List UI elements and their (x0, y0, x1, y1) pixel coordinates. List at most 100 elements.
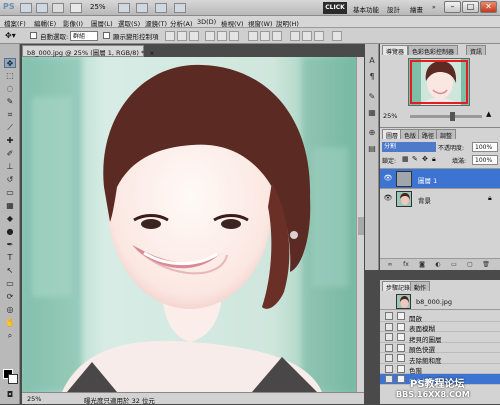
move-tool-icon[interactable]: ✥ (4, 58, 16, 68)
zoom-in-icon[interactable]: ▲ (486, 110, 491, 118)
healing-brush-tool-icon[interactable]: ✚ (4, 136, 16, 146)
history-step[interactable]: 顏色快選 (380, 343, 500, 354)
type-tool-icon[interactable]: T (4, 253, 16, 263)
navigator-zoom-value[interactable]: 25% (383, 112, 397, 120)
auto-align-layers-icon[interactable] (332, 31, 342, 41)
layer-row-background[interactable]: 👁︎ 背景 🔒︎ (380, 188, 500, 208)
background-color-swatch[interactable] (8, 374, 18, 384)
navigator-slider-knob[interactable] (450, 112, 455, 121)
workspace-design[interactable]: 設計 (387, 4, 400, 14)
visibility-eye-icon[interactable]: 👁︎ (383, 194, 393, 204)
eyedropper-tool-icon[interactable]: ⟋ (4, 123, 16, 133)
history-brush-source-box[interactable] (385, 322, 393, 331)
zoom-tool-icon[interactable] (70, 3, 82, 13)
history-brush-source-box[interactable] (385, 333, 393, 341)
delete-layer-icon[interactable]: 🗑︎ (482, 261, 490, 269)
character-icon[interactable]: ¶ (367, 72, 377, 82)
workspace-more-icon[interactable]: » (432, 4, 436, 11)
history-brush-source-box[interactable] (385, 312, 393, 320)
tool-presets-icon[interactable]: ✎ (367, 92, 377, 102)
history-brush-source-box[interactable] (385, 354, 393, 362)
zoom-level[interactable]: 25% (90, 3, 106, 11)
distribute-top-icon[interactable] (248, 31, 258, 41)
layer-style-icon[interactable]: fx (402, 261, 410, 269)
menu-3d[interactable]: 3D(D) (197, 18, 216, 26)
dodge-tool-icon[interactable]: ● (4, 227, 16, 237)
layer-row-layer1[interactable]: 👁︎ 圖層 1 (380, 168, 500, 188)
maximize-button[interactable]: □ (462, 1, 479, 13)
paragraph-icon[interactable]: A (367, 56, 377, 66)
brush-tool-icon[interactable]: ✐ (4, 149, 16, 159)
path-selection-tool-icon[interactable]: ↖ (4, 266, 16, 276)
history-brush-tool-icon[interactable]: ↺ (4, 175, 16, 185)
gradient-tool-icon[interactable]: ▦ (4, 201, 16, 211)
new-group-icon[interactable]: ▭ (450, 261, 458, 269)
navigator-zoom-slider[interactable] (410, 112, 482, 121)
clone-stamp-tool-icon[interactable]: ⊥ (4, 162, 16, 172)
align-right-icon[interactable] (229, 31, 239, 41)
align-hcenter-icon[interactable] (217, 31, 227, 41)
align-left-icon[interactable] (205, 31, 215, 41)
new-layer-icon[interactable]: ▢ (466, 261, 474, 269)
mini-bridge-icon[interactable] (36, 3, 48, 13)
auto-select-checkbox[interactable] (30, 32, 37, 39)
lock-transparency-icon[interactable]: ▦ (402, 155, 409, 163)
quick-mask-icon[interactable]: ◘ (4, 390, 16, 400)
distribute-bottom-icon[interactable] (272, 31, 282, 41)
marquee-tool-icon[interactable]: ⬚ (4, 71, 16, 81)
layer-name[interactable]: 背景 (418, 195, 431, 205)
clone-source-icon[interactable]: ⊕ (367, 128, 377, 138)
distribute-left-icon[interactable] (290, 31, 300, 41)
tab-actions[interactable]: 動作 (410, 281, 431, 292)
minimize-button[interactable]: – (444, 1, 461, 13)
3d-orbit-tool-icon[interactable]: ◎ (4, 305, 16, 315)
tab-adjustments[interactable]: 調整 (436, 129, 457, 140)
menu-layer[interactable]: 圖層(L) (91, 18, 113, 28)
zoom-tool-icon-left[interactable]: ⌕ (4, 331, 16, 341)
tab-paths[interactable]: 路徑 (418, 129, 439, 140)
status-zoom[interactable]: 25% (27, 395, 41, 403)
menu-window[interactable]: 視窗(W) (248, 18, 273, 28)
workspace-painting[interactable]: 繪畫 (410, 4, 423, 14)
distribute-right-icon[interactable] (314, 31, 324, 41)
rotate-view-icon[interactable] (136, 3, 148, 13)
menu-file[interactable]: 檔案(F) (4, 18, 26, 28)
navigator-thumbnail[interactable] (408, 58, 470, 106)
tab-layers[interactable]: 圖層 (382, 129, 403, 140)
crop-tool-icon[interactable]: ⌗ (4, 110, 16, 120)
lock-all-icon[interactable]: 🔒︎ (432, 155, 436, 164)
adjustment-layer-icon[interactable]: ◐ (434, 261, 442, 269)
fill-input[interactable]: 100% (472, 155, 498, 165)
layer-name[interactable]: 圖層 1 (418, 175, 437, 185)
history-brush-source-box[interactable] (385, 343, 393, 352)
history-step[interactable]: 開啟 (380, 311, 500, 323)
workspace-essentials[interactable]: 基本功能 (353, 4, 379, 14)
opacity-input[interactable]: 100% (472, 142, 498, 152)
menu-help[interactable]: 說明(H) (276, 18, 299, 28)
screen-mode-icon[interactable] (174, 3, 186, 13)
close-window-button[interactable]: ✕ (480, 1, 497, 13)
tab-navigator[interactable]: 導覽器 (382, 45, 409, 56)
align-top-icon[interactable] (165, 31, 175, 41)
move-tool-preset-icon[interactable]: ✥▾ (5, 31, 16, 40)
pen-tool-icon[interactable]: ✒ (4, 240, 16, 250)
document-canvas[interactable] (22, 57, 356, 392)
history-snapshot[interactable]: b8_000.jpg (380, 293, 500, 310)
navigator-view-box[interactable] (410, 60, 468, 104)
bridge-icon[interactable] (20, 3, 32, 13)
arrange-documents-icon[interactable] (155, 3, 167, 13)
hand-tool-icon-left[interactable]: ✋ (4, 318, 16, 328)
document-tab[interactable]: b8_000.jpg @ 25% (圖層 1, RGB/8) * × (22, 45, 154, 57)
scrollbar-thumb[interactable] (358, 217, 364, 235)
eraser-tool-icon[interactable]: ▭ (4, 188, 16, 198)
tab-info[interactable]: 資訊 (466, 45, 487, 56)
quick-select-tool-icon[interactable]: ✎ (4, 97, 16, 107)
history-step[interactable]: 去除飽和度 (380, 353, 500, 365)
blur-tool-icon[interactable]: ◆ (4, 214, 16, 224)
auto-select-dropdown[interactable]: 群組 (70, 31, 98, 41)
align-vcenter-icon[interactable] (177, 31, 187, 41)
link-layers-icon[interactable]: ∞ (386, 261, 394, 269)
workspace-click-button[interactable]: CLICK (323, 2, 347, 14)
3d-rotate-tool-icon[interactable]: ⟳ (4, 292, 16, 302)
document-tab-close-icon[interactable]: × (149, 50, 154, 57)
